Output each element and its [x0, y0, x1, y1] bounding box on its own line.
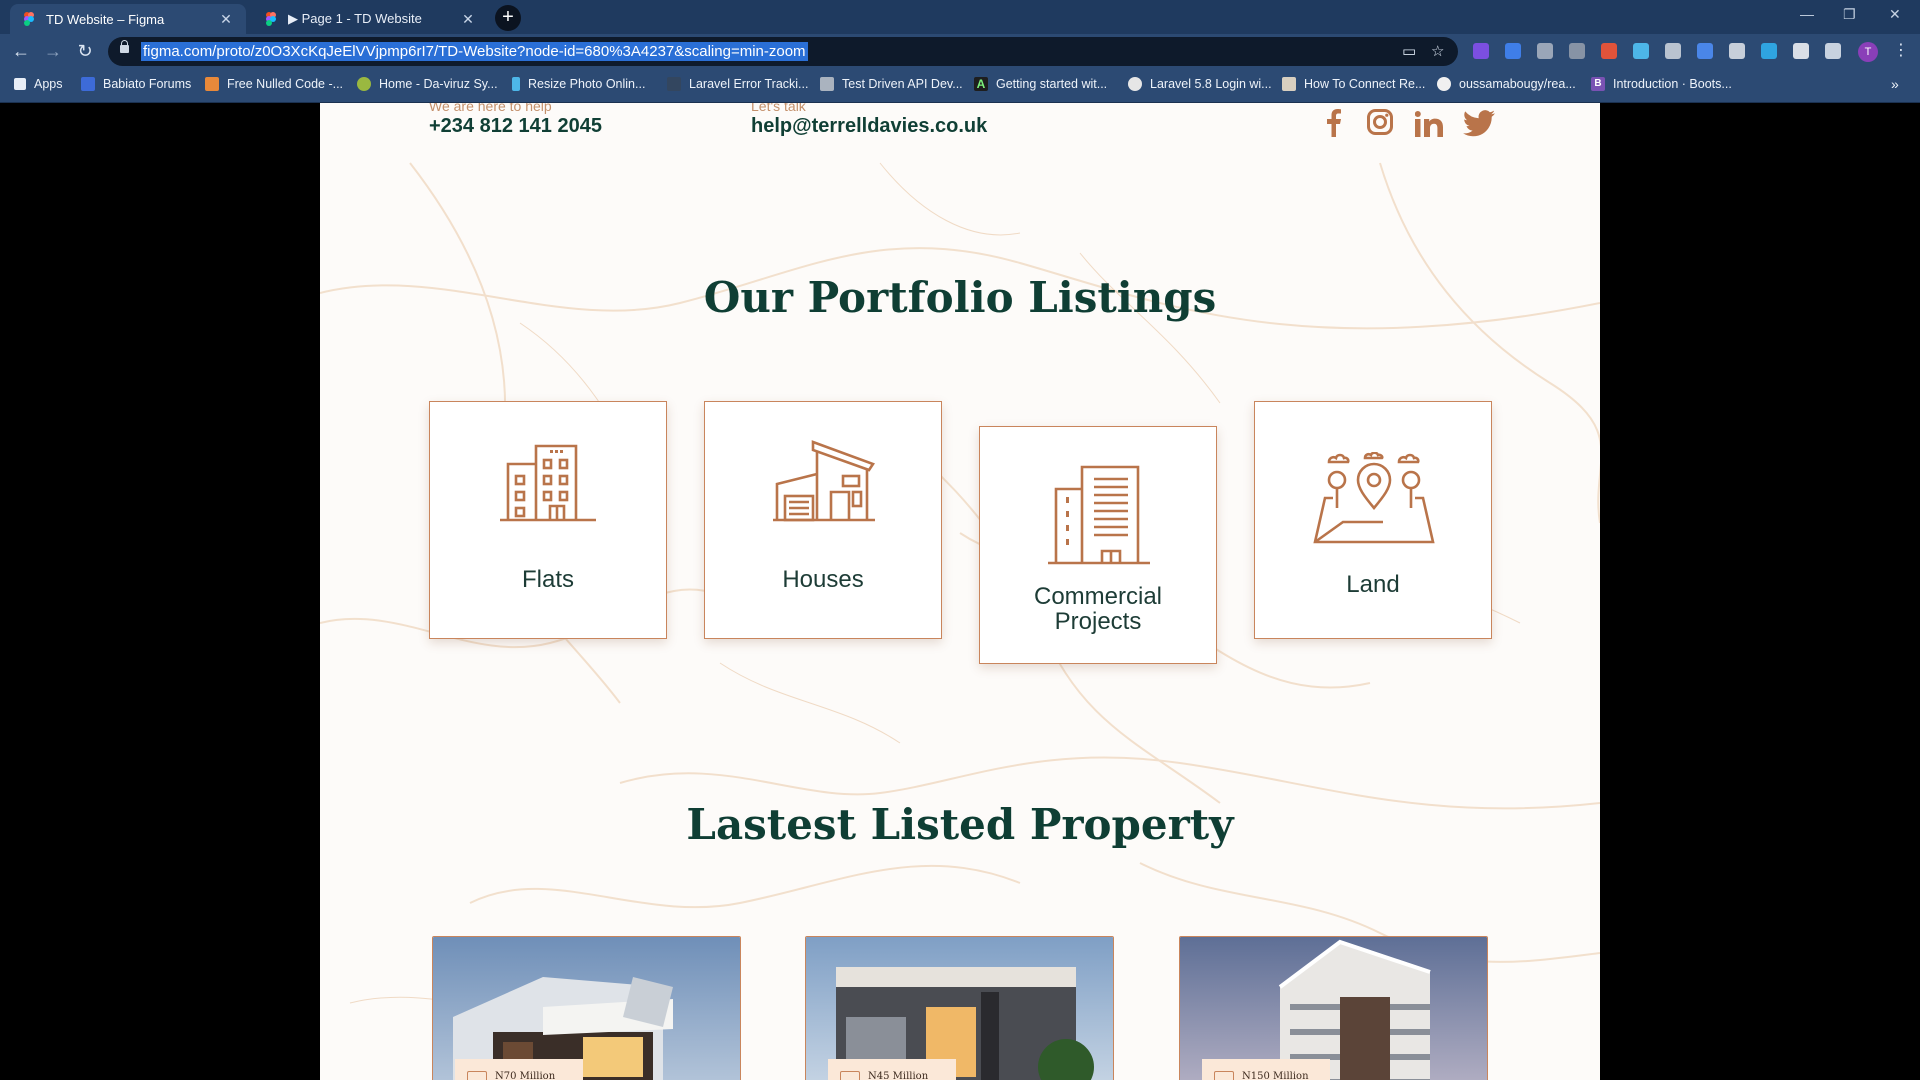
phone-caption: We are here to help: [429, 103, 552, 114]
resize-photo-icon: [512, 77, 520, 91]
extension-icon[interactable]: [1601, 43, 1617, 59]
house-icon: [773, 440, 875, 522]
bookmark-item[interactable]: B Introduction · Boots...: [1591, 77, 1732, 91]
wallet-icon: [467, 1071, 487, 1080]
extension-icon[interactable]: [1793, 43, 1809, 59]
category-card-flats[interactable]: Flats: [429, 401, 667, 639]
property-card[interactable]: N150 Million: [1179, 936, 1488, 1080]
figma-prototype-viewport: We are here to help +234 812 141 2045 Le…: [0, 103, 1920, 1080]
url-text[interactable]: figma.com/proto/z0O3XcKqJeElVVjpmp6rI7/T…: [141, 42, 808, 61]
wallet-icon: [1214, 1071, 1234, 1080]
forward-icon[interactable]: →: [42, 41, 64, 62]
land-map-pin-icon: [1313, 452, 1435, 544]
close-window-icon[interactable]: ✕: [1889, 6, 1901, 23]
extension-icon[interactable]: [1761, 43, 1777, 59]
lock-icon: [120, 40, 129, 53]
category-label-line2: Projects: [1054, 608, 1142, 635]
apartment-building-icon: [500, 444, 596, 522]
price-tag: N150 Million: [1202, 1059, 1330, 1080]
bookmark-star-icon[interactable]: ☆: [1431, 42, 1444, 60]
category-label-line1: Commercial: [1033, 583, 1162, 610]
bootstrap-icon: B: [1591, 77, 1605, 91]
category-card-houses[interactable]: Houses: [704, 401, 942, 639]
bookmark-item[interactable]: Test Driven API Dev...: [820, 77, 963, 91]
extension-icon[interactable]: [1729, 43, 1745, 59]
price-tag: N45 Million: [828, 1059, 956, 1080]
extension-icon[interactable]: [1697, 43, 1713, 59]
category-label: Houses: [782, 566, 864, 593]
bookmark-item[interactable]: How To Connect Re...: [1282, 77, 1425, 91]
figma-icon: [24, 12, 34, 26]
apps-grid-icon: [14, 78, 26, 90]
property-price: N45 Million: [868, 1071, 929, 1080]
bookmark-item[interactable]: A Getting started wit...: [974, 77, 1107, 91]
connect-icon: [1282, 77, 1296, 91]
bookmark-item[interactable]: oussamabougy/rea...: [1437, 77, 1576, 91]
category-card-land[interactable]: Land: [1254, 401, 1492, 639]
instagram-icon[interactable]: [1367, 109, 1393, 135]
category-label: Land: [1346, 571, 1400, 598]
email-caption: Let's talk: [751, 103, 806, 114]
getting-started-icon: A: [974, 77, 988, 91]
reload-icon[interactable]: ↻: [74, 41, 96, 62]
browser-tab-bar: TD Website – Figma ✕ ▶ Page 1 - TD Websi…: [0, 0, 1920, 34]
extensions-puzzle-icon[interactable]: [1825, 43, 1841, 59]
profile-avatar[interactable]: T: [1858, 42, 1878, 62]
extension-icon[interactable]: [1505, 43, 1521, 59]
babiato-icon: [81, 77, 95, 91]
property-price: N70 Million: [495, 1071, 556, 1080]
github-icon: [1437, 77, 1451, 91]
latest-property-heading: Lastest Listed Property: [686, 800, 1234, 849]
bookmark-item[interactable]: Free Nulled Code -...: [205, 77, 343, 91]
phone-number[interactable]: +234 812 141 2045: [429, 115, 602, 138]
bookmark-item[interactable]: Laravel Error Tracki...: [667, 77, 808, 91]
linkedin-icon[interactable]: [1415, 111, 1443, 137]
twitter-icon[interactable]: [1463, 110, 1495, 137]
extension-icon[interactable]: [1473, 43, 1489, 59]
category-card-commercial-projects[interactable]: Commercial Projects: [979, 426, 1217, 664]
portfolio-heading: Our Portfolio Listings: [703, 273, 1217, 322]
bookmark-item[interactable]: Home - Da-viruz Sy...: [357, 77, 498, 91]
browser-toolbar: ← → ↻ figma.com/proto/z0O3XcKqJeElVVjpmp…: [0, 34, 1920, 69]
address-bar[interactable]: figma.com/proto/z0O3XcKqJeElVVjpmp6rI7/T…: [108, 37, 1458, 66]
property-card[interactable]: N70 Million: [432, 936, 741, 1080]
extension-icon[interactable]: [1537, 43, 1553, 59]
bookmarks-bar: Apps Babiato Forums Free Nulled Code -..…: [0, 69, 1920, 103]
figma-icon: [266, 12, 276, 26]
browser-menu-icon[interactable]: ⋮: [1893, 40, 1909, 60]
wallet-icon: [840, 1071, 860, 1080]
extension-icon[interactable]: [1665, 43, 1681, 59]
laravel-error-icon: [667, 77, 681, 91]
extension-icon[interactable]: [1569, 43, 1585, 59]
website-page: We are here to help +234 812 141 2045 Le…: [320, 103, 1600, 1080]
tab-page-1-td-website[interactable]: ▶ Page 1 - TD Website ✕: [252, 4, 488, 34]
bookmark-item[interactable]: Laravel 5.8 Login wi...: [1128, 77, 1272, 91]
new-tab-button[interactable]: +: [495, 5, 521, 31]
office-building-icon: [1048, 465, 1150, 565]
laravel-login-icon: [1128, 77, 1142, 91]
email-address[interactable]: help@terrelldavies.co.uk: [751, 115, 987, 138]
daviruz-icon: [357, 77, 371, 91]
back-icon[interactable]: ←: [10, 41, 32, 62]
tab-td-website-figma[interactable]: TD Website – Figma ✕: [10, 4, 246, 34]
bookmark-item[interactable]: Resize Photo Onlin...: [512, 77, 645, 91]
extension-icon[interactable]: [1633, 43, 1649, 59]
tab-title: ▶ Page 1 - TD Website: [288, 11, 422, 26]
cast-icon[interactable]: ▭: [1402, 42, 1416, 60]
dev-icon: [820, 77, 834, 91]
bookmark-item[interactable]: Babiato Forums: [81, 77, 191, 91]
property-card[interactable]: N45 Million: [805, 936, 1114, 1080]
price-tag: N70 Million: [455, 1059, 583, 1080]
bookmark-apps[interactable]: Apps: [14, 77, 63, 91]
property-price: N150 Million: [1242, 1071, 1309, 1080]
more-bookmarks-icon[interactable]: »: [1891, 76, 1899, 92]
minimize-icon[interactable]: —: [1800, 6, 1814, 22]
nulled-icon: [205, 77, 219, 91]
close-tab-icon[interactable]: ✕: [460, 11, 476, 28]
category-label: Flats: [521, 566, 574, 593]
restore-icon[interactable]: ❐: [1843, 6, 1856, 23]
tab-title: TD Website – Figma: [46, 11, 165, 27]
close-tab-icon[interactable]: ✕: [218, 11, 234, 28]
facebook-icon[interactable]: [1327, 109, 1341, 137]
